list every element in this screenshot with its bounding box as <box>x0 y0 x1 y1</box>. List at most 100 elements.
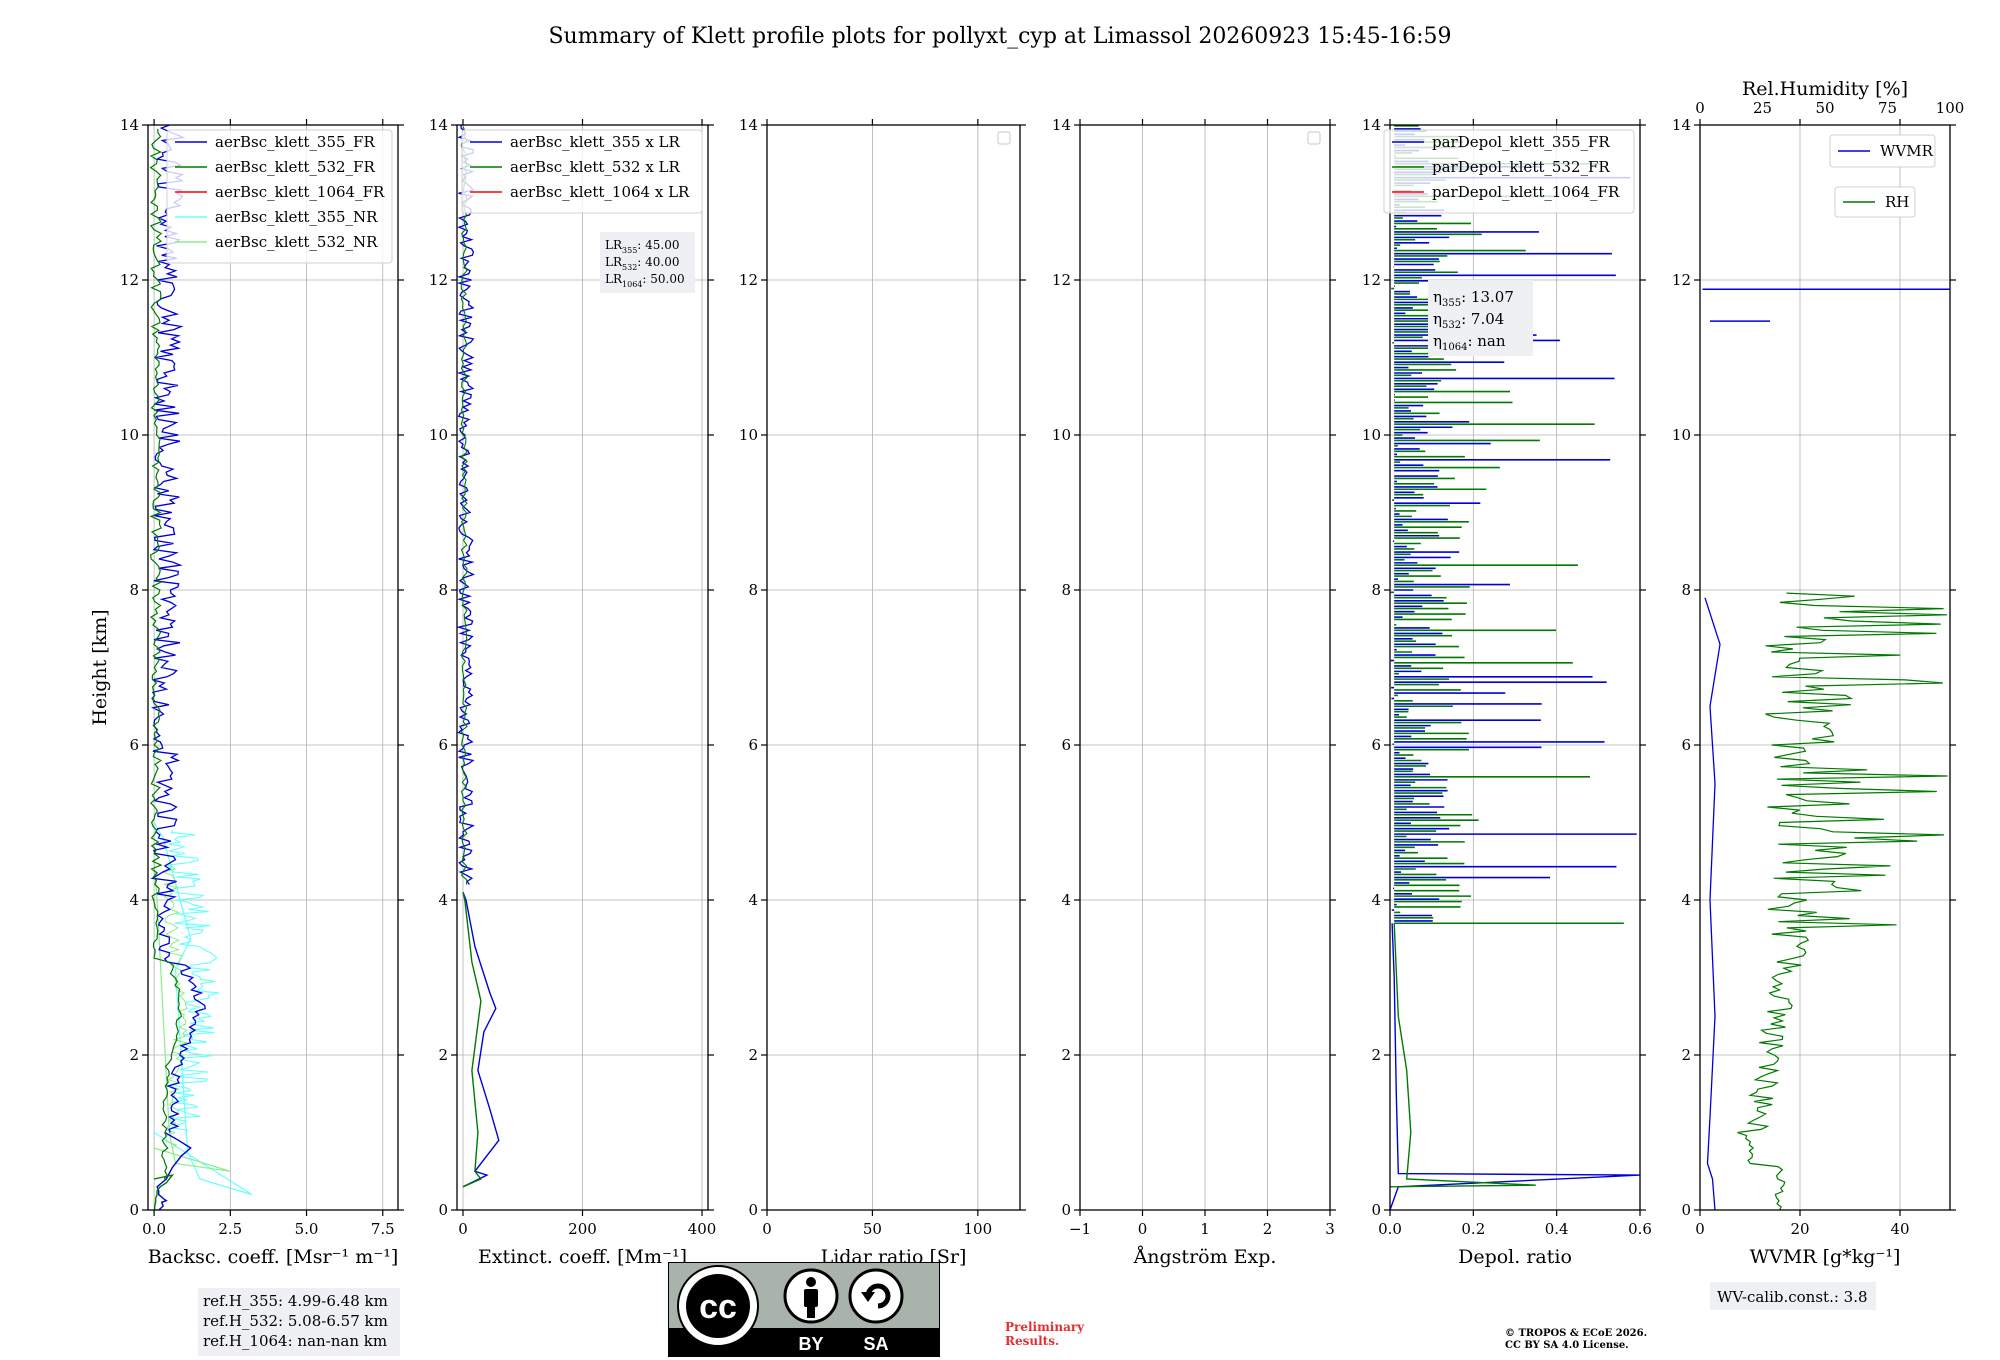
legend-entry: WVMR <box>1880 142 1934 160</box>
y-tick-label: 0 <box>129 1201 139 1219</box>
empty-legend-box <box>1307 131 1321 145</box>
y-tick-label: 8 <box>438 581 448 599</box>
axes-frame <box>766 124 1021 1211</box>
x-tick-label: 0 <box>1695 1220 1705 1238</box>
y-tick-label: 0 <box>438 1201 448 1219</box>
x-axis-label: WVMR [g*kg⁻¹] <box>1750 1246 1901 1268</box>
annotation-value: : 7.04 <box>1461 310 1504 328</box>
figure: Summary of Klett profile plots for polly… <box>89 24 1964 1356</box>
panel-lr: 024681012140 50 100Lidar ratio [Sr] <box>739 116 1026 1268</box>
y-tick-label: 10 <box>120 426 139 444</box>
legend-entry: aerBsc_klett_1064_FR <box>215 183 385 201</box>
y-tick-label: 6 <box>129 736 139 754</box>
y-tick-label: 10 <box>739 426 758 444</box>
y-tick-label: 4 <box>1061 891 1071 909</box>
annotation-subscript: 355 <box>1442 298 1461 309</box>
panel-ae: 02468101214−1 0 1 2 3Ångström Exp. <box>1052 116 1336 1268</box>
copyright-note: © TROPOS & ECoE 2026. CC BY SA 4.0 Licen… <box>1505 1328 1648 1351</box>
y-tick-label: 6 <box>1061 736 1071 754</box>
y-tick-label: 8 <box>129 581 139 599</box>
y-tick-label: 4 <box>1371 891 1381 909</box>
annotation-symbol: LR <box>605 255 623 269</box>
annotation-value: : 45.00 <box>637 238 679 252</box>
series-noise-532fr <box>149 128 183 1180</box>
y-tick-label: 14 <box>120 116 139 134</box>
x-tick-label: 40 <box>1890 1220 1909 1238</box>
annotation-subscript: 355 <box>622 246 637 255</box>
y-tick-label: 6 <box>748 736 758 754</box>
x-tick-label: 0 <box>762 1220 772 1238</box>
series-noise-532nr <box>161 862 189 1149</box>
legend-entry: aerBsc_klett_532_FR <box>215 158 375 176</box>
x-tick-label: 50 <box>863 1220 882 1238</box>
y-tick-label: 0 <box>1371 1201 1381 1219</box>
x-tick-label: 7.5 <box>371 1220 395 1238</box>
y-tick-label: 14 <box>1672 116 1691 134</box>
x-axis-label: Ångström Exp. <box>1133 1246 1277 1268</box>
legend-entry: aerBsc_klett_355 x LR <box>510 133 681 151</box>
y-axis-label: Height [km] <box>89 609 111 725</box>
x-tick-label: 2.5 <box>218 1220 242 1238</box>
y-tick-label: 12 <box>1052 271 1071 289</box>
plot-area-wv <box>1702 288 1950 1210</box>
y-tick-label: 2 <box>748 1046 758 1064</box>
x-tick-label: 20 <box>1790 1220 1809 1238</box>
svg-text:cc: cc <box>699 1288 737 1326</box>
y-tick-label: 10 <box>429 426 448 444</box>
legend-entry: parDepol_klett_355_FR <box>1432 133 1610 151</box>
y-tick-label: 2 <box>129 1046 139 1064</box>
legend-entry: aerBsc_klett_1064 x LR <box>510 183 690 201</box>
plot-area-ext <box>457 125 500 1188</box>
panel-wv: 024681012140 20 40WVMR [g*kg⁻¹]0 25 50 75 100R… <box>1672 78 1964 1310</box>
annotation-value: : 13.07 <box>1461 288 1514 306</box>
panel-ext: 0 2 4 6 8 10 12 14 0 200 400Extinct. coeff. [Mm⁻¹]… <box>429 116 716 1268</box>
series-line-rh <box>1737 592 1948 1210</box>
legend-entry: parDepol_klett_532_FR <box>1432 158 1610 176</box>
y-tick-label: 4 <box>129 891 139 909</box>
annotation-symbol: LR <box>605 238 623 252</box>
x-tick-label: 400 <box>688 1220 717 1238</box>
y-tick-label: 0 <box>1061 1201 1071 1219</box>
y-tick-label: 10 <box>1362 426 1381 444</box>
ref-height-line: ref.H_1064: nan-nan km <box>203 1332 387 1350</box>
x-tick-label: −1 <box>1069 1220 1091 1238</box>
annotation-subscript: 532 <box>622 263 637 272</box>
y-tick-label: 6 <box>1371 736 1381 754</box>
annotation-value: : nan <box>1467 332 1505 350</box>
y-tick-label: 12 <box>429 271 448 289</box>
annotation-subscript: 1064 <box>1442 342 1467 353</box>
y-tick-label: 4 <box>748 891 758 909</box>
x-top-tick-label: 100 <box>1936 99 1965 117</box>
x-top-axis-label: Rel.Humidity [%] <box>1742 78 1908 100</box>
y-tick-label: 4 <box>1681 891 1691 909</box>
y-tick-label: 12 <box>1362 271 1381 289</box>
legend-entry: aerBsc_klett_532 x LR <box>510 158 681 176</box>
y-tick-label: 12 <box>1672 271 1691 289</box>
series-line-ext532 <box>462 892 483 1188</box>
series-line-dep355 <box>1390 923 1640 1210</box>
x-tick-label: 0 <box>458 1220 468 1238</box>
legend-entry: aerBsc_klett_532_NR <box>215 233 378 251</box>
y-tick-label: 4 <box>438 891 448 909</box>
annotation-symbol: LR <box>605 272 623 286</box>
panel-dep: 0 2 4 6 8 10 12 14 0.0 0.2 0.4 0.6 Depol. ratio parDe… <box>1362 116 1652 1268</box>
y-tick-label: 14 <box>739 116 758 134</box>
legend-entry: RH <box>1885 193 1909 211</box>
cc-license-badge: cc BY SA <box>668 1262 940 1357</box>
annotation-subscript: 532 <box>1442 320 1461 331</box>
y-tick-label: 12 <box>739 271 758 289</box>
axes-frame <box>1699 124 1951 1211</box>
panel-bsc: 0 2 4 6 8 10 12 14 0.0 2.5 5.0 7.5 Backsc. coeff. [M… <box>89 116 404 1356</box>
y-tick-label: 14 <box>1052 116 1071 134</box>
y-tick-label: 0 <box>1681 1201 1691 1219</box>
y-tick-label: 2 <box>1681 1046 1691 1064</box>
annotation-subscript: 1064 <box>622 280 642 289</box>
y-tick-label: 8 <box>748 581 758 599</box>
y-tick-label: 14 <box>1362 116 1381 134</box>
empty-legend-box <box>997 131 1011 145</box>
y-tick-label: 10 <box>1052 426 1071 444</box>
y-tick-label: 14 <box>429 116 448 134</box>
y-tick-label: 2 <box>1371 1046 1381 1064</box>
x-tick-label: 0.4 <box>1545 1220 1569 1238</box>
y-tick-label: 2 <box>1061 1046 1071 1064</box>
